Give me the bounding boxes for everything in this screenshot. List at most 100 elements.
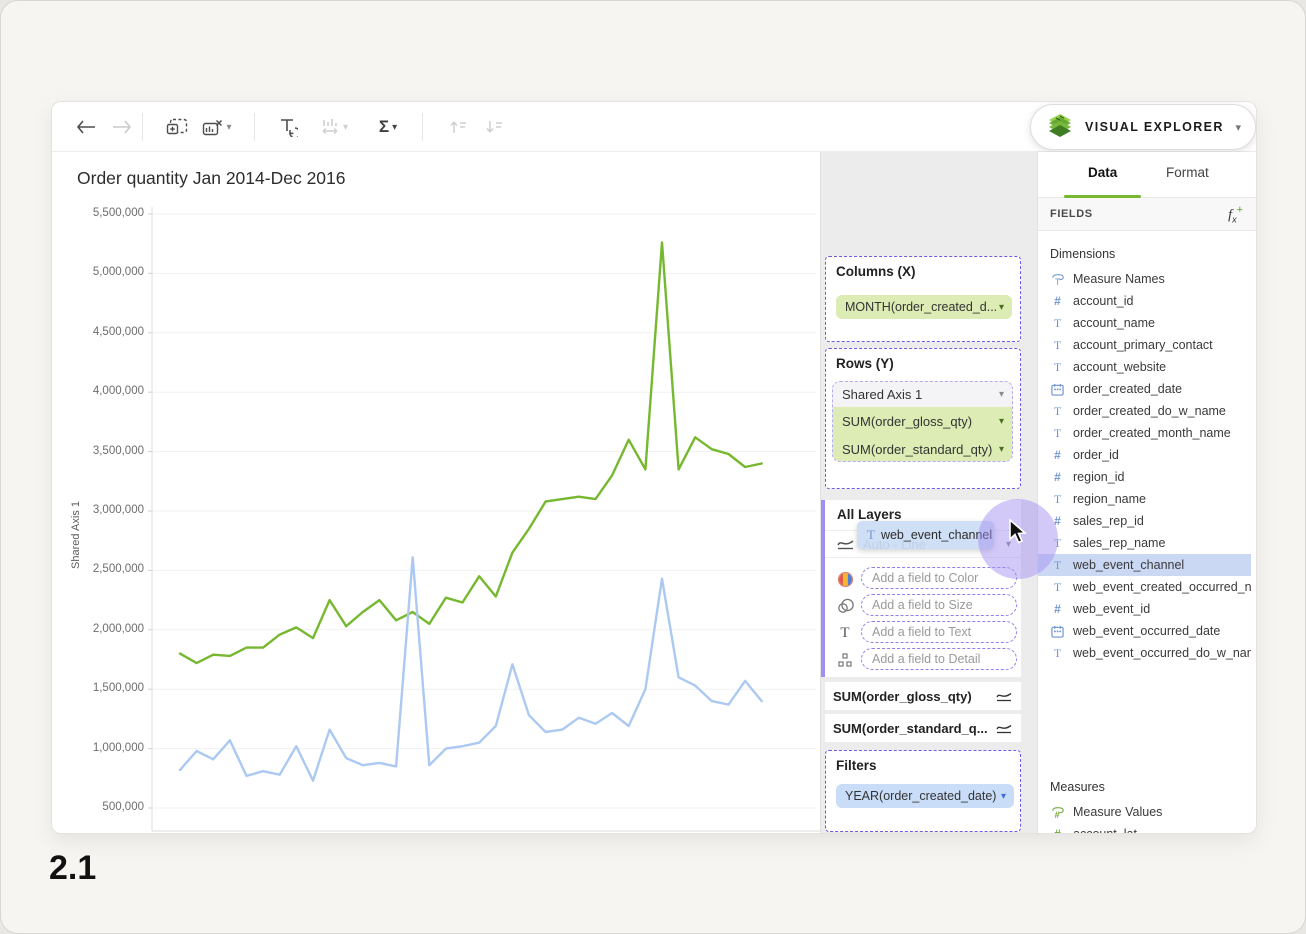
- field-name: account_website: [1073, 360, 1166, 374]
- field-item-region_name[interactable]: Tregion_name: [1038, 488, 1251, 510]
- sigma-icon: Σ: [379, 117, 389, 137]
- columns-pill[interactable]: MONTH(order_created_d... ▾: [836, 295, 1012, 319]
- caret-down-icon: ▾: [999, 302, 1004, 313]
- rows-shelf: Rows (Y) Shared Axis 1 ▾ SUM(order_gloss…: [825, 348, 1021, 489]
- date-icon: [1050, 383, 1065, 396]
- number-icon: #: [1050, 448, 1065, 462]
- field-item-Measure-Names[interactable]: TMeasure Names: [1038, 268, 1251, 290]
- field-name: sales_rep_id: [1073, 514, 1144, 528]
- tab-format[interactable]: Format: [1166, 165, 1209, 180]
- visual-explorer-window: ▾ ▾ Σ ▾: [51, 101, 1257, 834]
- shared-axis-measures: SUM(order_gloss_qty) ▾ SUM(order_standar…: [833, 407, 1012, 462]
- dimensions-list: TMeasure Names#account_idTaccount_nameTa…: [1038, 268, 1251, 664]
- field-item-web_event_created_occurred_na-[interactable]: Tweb_event_created_occurred_na...: [1038, 576, 1251, 598]
- layer-row-standard[interactable]: SUM(order_standard_q...: [825, 714, 1021, 742]
- text-icon: T: [1050, 316, 1065, 331]
- bar-size-button[interactable]: ▾: [314, 114, 354, 140]
- field-item-order_created_date[interactable]: order_created_date: [1038, 378, 1251, 400]
- field-item-account_lat[interactable]: #account_lat: [1038, 823, 1251, 834]
- rows-pill-standard[interactable]: SUM(order_standard_qty) ▾: [833, 435, 1012, 462]
- field-item-sales_rep_name[interactable]: Tsales_rep_name: [1038, 532, 1251, 554]
- back-arrow-icon: [76, 120, 96, 134]
- line-mark-icon: [996, 723, 1012, 734]
- measures-list: #Measure Values#account_lat: [1038, 801, 1251, 834]
- field-name: account_lat: [1073, 827, 1137, 834]
- field-name: sales_rep_name: [1073, 536, 1165, 550]
- field-item-account_id[interactable]: #account_id: [1038, 290, 1251, 312]
- text-drop-target[interactable]: Add a field to Text: [861, 621, 1017, 643]
- shared-axis-pill[interactable]: Shared Axis 1 ▾: [833, 382, 1012, 407]
- chevron-down-icon: ▾: [1235, 121, 1241, 134]
- forward-button[interactable]: [108, 114, 136, 140]
- text-icon: T: [1050, 404, 1065, 419]
- layer-row-gloss[interactable]: SUM(order_gloss_qty): [825, 682, 1021, 710]
- detail-shelf-row: Add a field to Detail: [825, 646, 1021, 673]
- sort-ascending-icon: [449, 119, 467, 135]
- caret-down-icon: ▾: [343, 122, 348, 133]
- field-item-web_event_id[interactable]: #web_event_id: [1038, 598, 1251, 620]
- chart-plot[interactable]: [52, 152, 820, 834]
- field-item-web_event_occurred_do_w_name[interactable]: Tweb_event_occurred_do_w_name: [1038, 642, 1251, 664]
- duplicate-card-icon: [166, 118, 188, 136]
- fields-header: FIELDS fx+: [1038, 198, 1257, 231]
- duplicate-card-button[interactable]: [164, 114, 190, 140]
- field-item-web_event_channel[interactable]: Tweb_event_channel: [1038, 554, 1251, 576]
- text-icon: T: [867, 527, 875, 543]
- dragged-field-chip[interactable]: T web_event_channel: [857, 521, 994, 549]
- swap-axes-button[interactable]: [274, 114, 302, 140]
- text-icon: T: [1050, 492, 1065, 507]
- toolbar-divider: [254, 113, 255, 141]
- field-item-account_name[interactable]: Taccount_name: [1038, 312, 1251, 334]
- field-name: order_created_date: [1073, 382, 1182, 396]
- columns-shelf: Columns (X) MONTH(order_created_d... ▾: [825, 256, 1021, 342]
- slide-number: 2.1: [49, 849, 96, 888]
- size-shelf-row: Add a field to Size: [825, 592, 1021, 619]
- field-item-web_event_occurred_date[interactable]: web_event_occurred_date: [1038, 620, 1251, 642]
- date-icon: [1050, 625, 1065, 638]
- screenshot-canvas: ▾ ▾ Σ ▾: [0, 0, 1306, 934]
- visual-explorer-logo-icon: [1045, 112, 1075, 142]
- size-drop-target[interactable]: Add a field to Size: [861, 594, 1017, 616]
- rows-pill-gloss[interactable]: SUM(order_gloss_qty) ▾: [833, 407, 1012, 435]
- text-icon: T: [836, 624, 854, 642]
- columns-shelf-title: Columns (X): [836, 264, 916, 279]
- remove-card-icon: [202, 119, 223, 136]
- sort-ascending-button[interactable]: [444, 114, 472, 140]
- measures-label: Measures: [1050, 780, 1105, 794]
- color-icon: [836, 570, 854, 588]
- line-mark-icon: [837, 538, 855, 550]
- visual-explorer-menu-button[interactable]: VISUAL EXPLORER ▾: [1030, 104, 1256, 150]
- caret-down-icon: ▾: [999, 444, 1004, 455]
- svg-text:#: #: [1054, 810, 1059, 819]
- number-icon: #: [1050, 602, 1065, 616]
- field-name: order_created_do_w_name: [1073, 404, 1226, 418]
- field-item-sales_rep_id[interactable]: #sales_rep_id: [1038, 510, 1251, 532]
- field-item-account_website[interactable]: Taccount_website: [1038, 356, 1251, 378]
- svg-text:T: T: [1054, 276, 1060, 285]
- remove-card-button[interactable]: ▾: [198, 114, 236, 140]
- detail-drop-target[interactable]: Add a field to Detail: [861, 648, 1017, 670]
- toolbar-divider: [142, 113, 143, 141]
- field-name: account_primary_contact: [1073, 338, 1213, 352]
- dimensions-label: Dimensions: [1050, 247, 1115, 261]
- caret-down-icon: ▾: [999, 389, 1004, 400]
- back-button[interactable]: [72, 114, 100, 140]
- shelf-panel: Columns (X) MONTH(order_created_d... ▾ R…: [820, 152, 1037, 834]
- tab-data[interactable]: Data: [1088, 165, 1117, 180]
- field-item-account_primary_contact[interactable]: Taccount_primary_contact: [1038, 334, 1251, 356]
- aggregate-button[interactable]: Σ ▾: [368, 114, 408, 140]
- field-item-order_created_month_name[interactable]: Torder_created_month_name: [1038, 422, 1251, 444]
- field-item-order_created_do_w_name[interactable]: Torder_created_do_w_name: [1038, 400, 1251, 422]
- field-item-region_id[interactable]: #region_id: [1038, 466, 1251, 488]
- caret-down-icon: ▾: [226, 122, 231, 133]
- field-name: region_id: [1073, 470, 1124, 484]
- filter-pill[interactable]: YEAR(order_created_date) ▾: [836, 784, 1014, 808]
- field-name: order_created_month_name: [1073, 426, 1231, 440]
- size-icon: [836, 597, 854, 615]
- add-calculated-field-button[interactable]: fx+: [1228, 204, 1243, 224]
- text-icon: T: [1050, 360, 1065, 375]
- sort-descending-button[interactable]: [480, 114, 508, 140]
- field-item-order_id[interactable]: #order_id: [1038, 444, 1251, 466]
- text-icon: T: [1050, 646, 1065, 661]
- field-item-Measure-Values[interactable]: #Measure Values: [1038, 801, 1251, 823]
